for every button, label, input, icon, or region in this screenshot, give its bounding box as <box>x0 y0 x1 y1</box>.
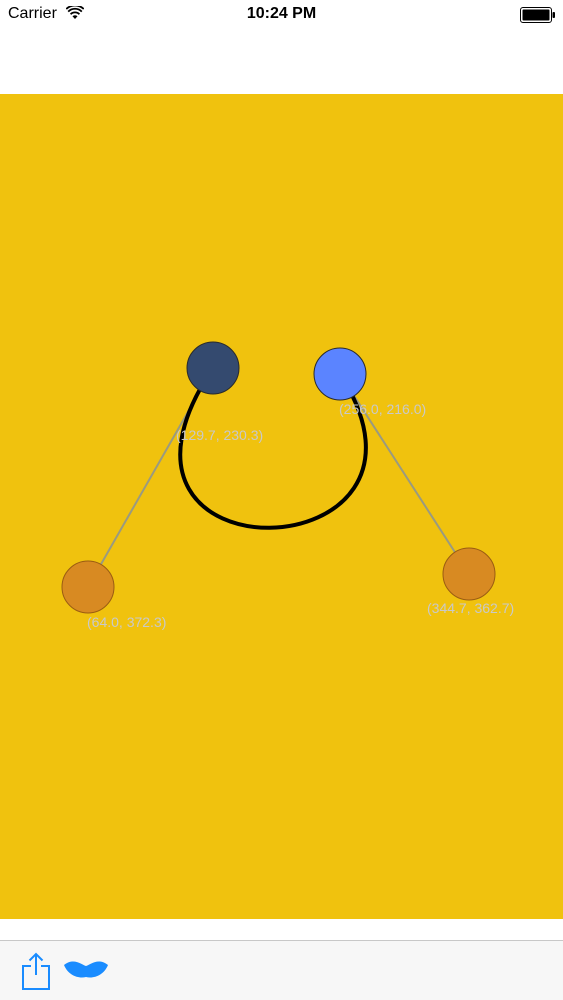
bezier-canvas[interactable]: (129.7, 230.3) (256.0, 216.0) (64.0, 372… <box>0 94 563 919</box>
bottom-toolbar <box>0 940 563 1000</box>
end-point-label: (256.0, 216.0) <box>339 401 426 417</box>
battery-icon <box>520 7 555 23</box>
control-point-2-label: (344.7, 362.7) <box>427 600 514 616</box>
clock: 10:24 PM <box>246 5 317 22</box>
app-screen: Carrier 10:24 PM (129.7, 230.3) (256.0, … <box>0 0 563 1000</box>
share-icon[interactable] <box>20 951 52 991</box>
start-point-handle[interactable] <box>186 341 240 395</box>
control-point-2-handle[interactable] <box>442 547 496 601</box>
bezier-drawing: (129.7, 230.3) (256.0, 216.0) (64.0, 372… <box>61 341 514 630</box>
control-point-1-handle[interactable] <box>61 560 115 614</box>
status-bar: Carrier 10:24 PM <box>0 0 563 30</box>
end-point-handle[interactable] <box>313 347 367 401</box>
start-point-label: (129.7, 230.3) <box>176 427 263 443</box>
shape-icon[interactable] <box>62 959 110 981</box>
control-point-1-label: (64.0, 372.3) <box>87 614 166 630</box>
